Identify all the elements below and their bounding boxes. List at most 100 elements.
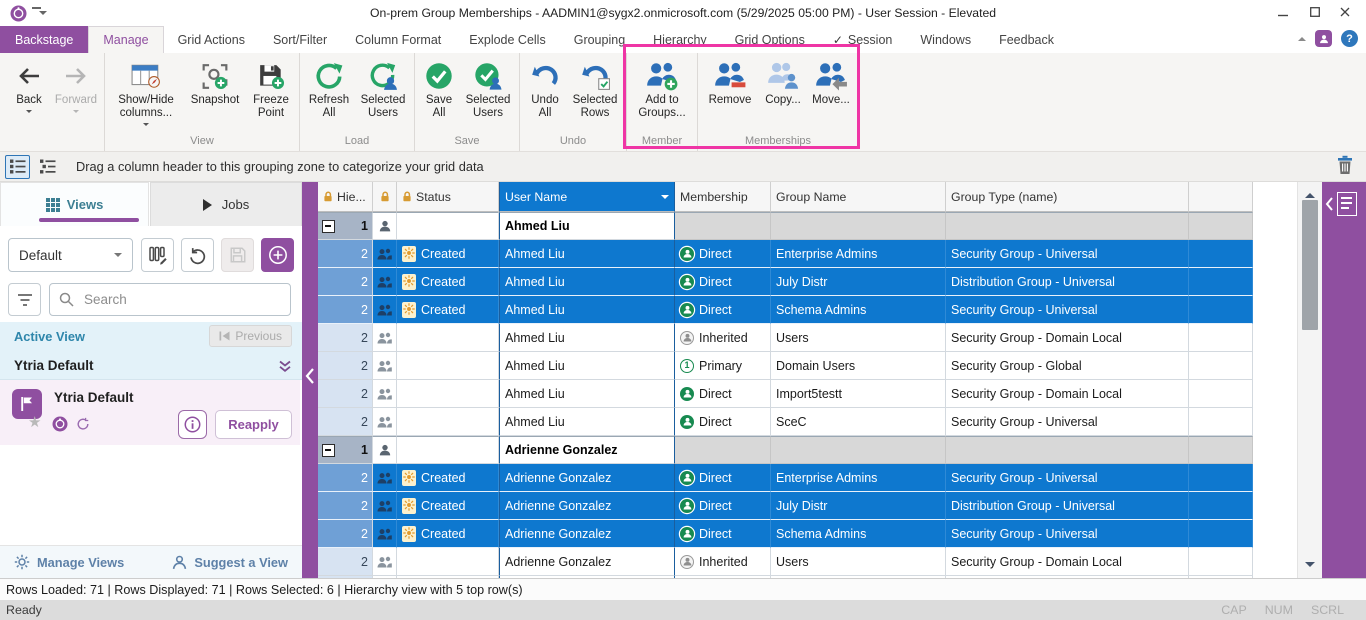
save-all-button[interactable]: Save All xyxy=(418,55,460,120)
save-view-button[interactable] xyxy=(221,238,254,272)
group-name-cell[interactable]: SceC xyxy=(771,408,946,436)
manage-views-link[interactable]: Manage Views xyxy=(14,554,124,570)
freeze-point-button[interactable]: Freeze Point xyxy=(246,55,296,120)
column-header-group-type[interactable]: Group Type (name) xyxy=(946,182,1189,212)
membership-cell[interactable]: 1 Primary xyxy=(675,352,771,380)
group-type-cell[interactable]: Security Group - Domain Local xyxy=(946,548,1189,576)
group-name-cell[interactable]: Users xyxy=(771,548,946,576)
empty-cell[interactable] xyxy=(1189,548,1253,576)
empty-cell[interactable] xyxy=(1189,268,1253,296)
column-header-empty[interactable] xyxy=(1189,182,1253,212)
suggest-view-link[interactable]: Suggest a View xyxy=(172,555,288,570)
tab-grid-options[interactable]: Grid Options xyxy=(721,26,819,53)
tab-manage[interactable]: Manage xyxy=(88,26,163,53)
group-type-cell[interactable]: Security Group - Universal xyxy=(946,408,1189,436)
hierarchy-cell[interactable]: 2 xyxy=(318,492,373,520)
membership-cell[interactable]: 1 Direct xyxy=(675,380,771,408)
forward-button[interactable]: Forward xyxy=(51,55,101,116)
group-name-cell[interactable]: July Distr xyxy=(771,492,946,520)
hierarchy-cell[interactable]: 2 xyxy=(318,548,373,576)
tab-hierarchy[interactable]: Hierarchy xyxy=(639,26,721,53)
show-hide-columns-button[interactable]: Show/Hide columns... xyxy=(108,55,184,129)
group-type-cell[interactable]: Security Group - Universal xyxy=(946,240,1189,268)
copy-membership-button[interactable]: Copy... xyxy=(759,55,807,107)
user-name-cell[interactable]: Adrienne Gonzalez xyxy=(499,464,675,492)
table-row[interactable]: 2 Created Ahmed Liu 1 Direct July Distr … xyxy=(318,268,1253,296)
empty-cell[interactable] xyxy=(1189,240,1253,268)
user-name-cell[interactable]: Adrienne Gonzalez xyxy=(499,520,675,548)
group-name-cell[interactable]: Enterprise Admins xyxy=(771,464,946,492)
hierarchy-cell[interactable]: 2 xyxy=(318,408,373,436)
save-selected-users-button[interactable]: Selected Users xyxy=(460,55,516,120)
help-icon[interactable]: ? xyxy=(1341,30,1358,47)
tab-windows[interactable]: Windows xyxy=(906,26,985,53)
reset-view-button[interactable] xyxy=(181,238,214,272)
scroll-up-icon[interactable] xyxy=(1305,188,1315,198)
group-type-cell[interactable] xyxy=(946,212,1189,240)
view-card[interactable]: Ytria Default ★ Reapply xyxy=(0,380,300,445)
user-name-cell[interactable]: Adrienne Gonzalez xyxy=(499,492,675,520)
empty-cell[interactable] xyxy=(1189,296,1253,324)
user-name-cell[interactable]: Ahmed Liu xyxy=(499,380,675,408)
collapse-ribbon-icon[interactable] xyxy=(1298,33,1306,41)
hierarchy-cell[interactable]: 2 xyxy=(318,324,373,352)
membership-cell[interactable]: 1 Direct xyxy=(675,408,771,436)
empty-cell[interactable] xyxy=(1189,352,1253,380)
table-row[interactable]: 2 Ahmed Liu 1 Direct SceC Security Group… xyxy=(318,408,1253,436)
close-button[interactable] xyxy=(1330,0,1360,24)
group-name-cell[interactable]: Enterprise Admins xyxy=(771,240,946,268)
group-name-cell[interactable]: Import5testt xyxy=(771,380,946,408)
group-type-cell[interactable]: Security Group - Universal xyxy=(946,464,1189,492)
previous-view-button[interactable]: Previous xyxy=(209,325,292,347)
group-name-cell[interactable]: Schema Admins xyxy=(771,520,946,548)
hierarchy-cell[interactable]: 1 xyxy=(318,212,373,240)
group-type-cell[interactable]: Security Group - Global xyxy=(946,352,1189,380)
empty-cell[interactable] xyxy=(1189,464,1253,492)
group-type-cell[interactable]: Security Group - Domain Local xyxy=(946,324,1189,352)
user-name-cell[interactable]: Ahmed Liu xyxy=(499,212,675,240)
hierarchy-cell[interactable]: 2 xyxy=(318,268,373,296)
user-name-cell[interactable]: Adrienne Gonzalez xyxy=(499,548,675,576)
group-type-cell[interactable]: Security Group - Universal xyxy=(946,520,1189,548)
tab-views[interactable]: Views xyxy=(0,182,149,226)
group-name-cell[interactable] xyxy=(771,212,946,240)
right-side-panel[interactable] xyxy=(1322,182,1366,578)
empty-cell[interactable] xyxy=(1189,324,1253,352)
tab-column-format[interactable]: Column Format xyxy=(341,26,455,53)
hierarchy-cell[interactable]: 2 xyxy=(318,464,373,492)
grouping-zone[interactable]: Drag a column header to this grouping zo… xyxy=(0,152,1366,182)
empty-cell[interactable] xyxy=(1189,492,1253,520)
empty-cell[interactable] xyxy=(1189,520,1253,548)
hierarchy-cell[interactable]: 1 xyxy=(318,436,373,464)
minimize-button[interactable] xyxy=(1268,0,1298,24)
tab-sort-filter[interactable]: Sort/Filter xyxy=(259,26,341,53)
column-header-row-type[interactable] xyxy=(373,182,397,212)
membership-cell[interactable]: 1 Direct xyxy=(675,464,771,492)
hierarchy-cell[interactable]: 2 xyxy=(318,296,373,324)
user-name-cell[interactable]: Ahmed Liu xyxy=(499,240,675,268)
reapply-button[interactable]: Reapply xyxy=(215,410,292,439)
table-row[interactable]: 2 Created Ahmed Liu 1 Direct Enterprise … xyxy=(318,240,1253,268)
group-name-cell[interactable]: July Distr xyxy=(771,268,946,296)
view-info-button[interactable] xyxy=(178,410,207,439)
membership-cell[interactable]: 1 Inherited xyxy=(675,324,771,352)
add-view-button[interactable] xyxy=(261,238,294,272)
table-row[interactable]: 2 Ahmed Liu 1 Direct Import5testt Securi… xyxy=(318,380,1253,408)
membership-cell[interactable]: 1 Direct xyxy=(675,296,771,324)
membership-cell[interactable]: 1 Direct xyxy=(675,268,771,296)
view-category-dropdown[interactable]: Default xyxy=(8,238,133,272)
group-name-cell[interactable]: Schema Admins xyxy=(771,296,946,324)
column-header-group-name[interactable]: Group Name xyxy=(771,182,946,212)
hierarchy-cell[interactable]: 2 xyxy=(318,352,373,380)
undo-selected-rows-button[interactable]: Selected Rows xyxy=(567,55,623,120)
user-name-cell[interactable]: Ahmed Liu xyxy=(499,324,675,352)
account-icon[interactable] xyxy=(1315,30,1332,47)
empty-cell[interactable] xyxy=(1189,380,1253,408)
collapse-view-chevrons-icon[interactable] xyxy=(278,360,292,376)
tab-feedback[interactable]: Feedback xyxy=(985,26,1068,53)
group-type-cell[interactable]: Security Group - Universal xyxy=(946,296,1189,324)
column-header-hierarchy[interactable]: Hie... xyxy=(318,182,373,212)
table-row[interactable]: 2 Ahmed Liu 1 Primary Domain Users Secur… xyxy=(318,352,1253,380)
table-row[interactable]: 2 Created Adrienne Gonzalez 1 Direct Sch… xyxy=(318,520,1253,548)
membership-cell[interactable]: 1 Direct xyxy=(675,492,771,520)
